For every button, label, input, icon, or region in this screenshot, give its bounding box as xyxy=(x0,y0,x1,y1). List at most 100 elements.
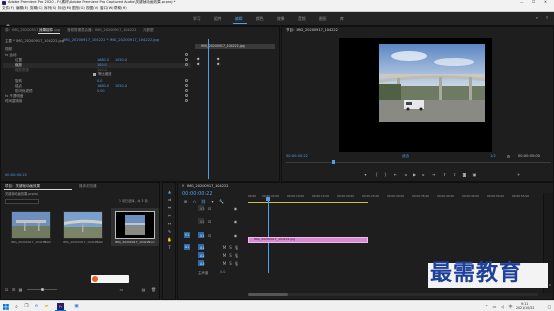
extract-icon[interactable]: ⇧ xyxy=(452,172,457,177)
workspace-tab-libraries[interactable]: 库 xyxy=(340,16,344,22)
lock-track-icon[interactable]: ⊡ xyxy=(207,233,212,238)
comparison-view-icon[interactable]: ▣ xyxy=(472,172,477,177)
step-forward-icon[interactable]: ▸ xyxy=(421,172,426,177)
maximize-button[interactable]: ☐ xyxy=(532,0,535,5)
add-marker-icon[interactable]: ▾ xyxy=(363,172,368,177)
reset-icon[interactable] xyxy=(185,89,188,92)
project-search-input[interactable] xyxy=(5,199,39,204)
lock-icon[interactable]: ⊡ xyxy=(4,287,9,292)
tab-metadata[interactable]: 元数据 xyxy=(143,28,154,33)
workspace-tab-learn[interactable]: 学习 xyxy=(193,16,201,22)
export-frame-icon[interactable]: ◙ xyxy=(462,172,467,177)
time-remap-label[interactable]: 时间重映射 xyxy=(5,99,23,104)
project-item-thumbnail[interactable] xyxy=(11,211,51,239)
workspace-tab-graphics[interactable]: 图形 xyxy=(319,16,327,22)
go-to-in-icon[interactable]: ⇤ xyxy=(393,172,398,177)
menu-marker[interactable]: 标记(M) xyxy=(58,6,71,11)
keyframe-diamond-icon[interactable] xyxy=(216,62,220,66)
volume-icon[interactable]: ◁ xyxy=(499,303,506,310)
timeline-tab[interactable]: IMG_20200917_104222 xyxy=(187,184,228,188)
new-bin-icon[interactable]: ▭ xyxy=(119,287,124,292)
workspace-tab-color[interactable]: 颜色 xyxy=(256,16,264,22)
menu-view[interactable]: 视图(V) xyxy=(86,6,98,11)
mic-icon[interactable]: 🎙 xyxy=(234,261,239,266)
tab-audio-clip-mixer[interactable]: 音频剪辑混合器：IMG_20200917_104222 xyxy=(67,28,136,33)
tray-up-arrow-icon[interactable]: ⌃ xyxy=(483,303,490,310)
tab-media-browser[interactable]: 媒体浏览器 xyxy=(79,184,97,189)
solo-s-icon[interactable]: S xyxy=(228,253,233,258)
new-item-icon[interactable]: ▤ xyxy=(141,287,146,292)
search-icon[interactable]: ⌕ xyxy=(13,303,20,310)
timeline-scrollbar[interactable] xyxy=(248,293,538,296)
project-item-thumbnail[interactable] xyxy=(115,211,155,239)
menu-window[interactable]: 窗口(W) xyxy=(100,6,114,11)
fit-dropdown[interactable]: 适合 xyxy=(402,154,409,159)
mute-m-icon[interactable]: M xyxy=(222,261,227,266)
position-y-value[interactable]: 1050.0 xyxy=(115,58,127,62)
lock-track-icon[interactable]: ⊡ xyxy=(207,206,212,211)
nest-icon[interactable]: ⊞ xyxy=(183,199,188,204)
razor-tool-icon[interactable]: ✂ xyxy=(166,213,173,219)
type-tool-icon[interactable]: T xyxy=(166,245,173,251)
notification-icon[interactable]: ▢ xyxy=(546,303,553,310)
source-patch-a1[interactable]: A1 xyxy=(184,244,190,250)
monitor-playhead[interactable] xyxy=(332,160,335,164)
anchor-x-value[interactable]: 1680.0 xyxy=(97,84,109,88)
workspace-tab-editing[interactable]: 编辑 xyxy=(235,16,243,22)
program-monitor-title[interactable]: 节目：IMG_20200917_104222 xyxy=(286,28,338,33)
mic-icon[interactable]: 🎙 xyxy=(234,253,239,258)
reset-icon[interactable] xyxy=(185,84,188,87)
search-icon[interactable]: ⌕ xyxy=(534,15,540,21)
list-view-icon[interactable]: ☰ xyxy=(11,287,16,292)
menu-file[interactable]: 文件(F) xyxy=(2,6,14,11)
solo-s-icon[interactable]: S xyxy=(548,283,552,287)
wrench-icon[interactable]: ⚙ xyxy=(506,154,511,159)
eye-icon[interactable]: ◉ xyxy=(233,233,238,238)
program-timecode[interactable]: 00:00:00:22 xyxy=(286,154,308,159)
zoom-slider-handle[interactable] xyxy=(41,287,44,291)
share-icon[interactable]: ⇪ xyxy=(544,15,550,21)
add-marker-icon[interactable]: ▾ xyxy=(210,199,215,204)
uniform-scale-checkbox[interactable] xyxy=(93,73,96,76)
trash-icon[interactable]: 🗑 xyxy=(151,287,156,292)
photos-icon[interactable]: ▣ xyxy=(73,303,80,310)
task-view-icon[interactable]: ❐ xyxy=(23,303,30,310)
mark-out-icon[interactable]: } xyxy=(383,172,388,177)
minimize-button[interactable]: — xyxy=(520,0,524,5)
reset-icon[interactable] xyxy=(185,99,188,102)
file-explorer-icon[interactable]: ▰ xyxy=(43,303,50,310)
menu-clip[interactable]: 剪辑(C) xyxy=(30,6,43,11)
project-item-thumbnail[interactable] xyxy=(63,211,103,239)
ime-icon[interactable]: 中 xyxy=(507,303,514,310)
slip-tool-icon[interactable]: ↔ xyxy=(166,221,173,227)
keyframe-diamond-icon[interactable] xyxy=(196,57,200,61)
resolution-dropdown[interactable]: 1/2 xyxy=(490,154,496,159)
timeline-settings-icon[interactable]: 🔧 xyxy=(219,199,224,204)
eye-icon[interactable]: ◉ xyxy=(233,206,238,211)
monitor-scrub-bar[interactable] xyxy=(286,162,551,163)
reset-icon[interactable] xyxy=(185,79,188,82)
close-button[interactable]: ✕ xyxy=(544,0,547,5)
close-tab-icon[interactable]: × xyxy=(181,184,185,188)
edge-icon[interactable]: e xyxy=(33,303,40,310)
source-patch-v1[interactable]: V1 xyxy=(184,232,190,238)
master-track-value[interactable]: 0.0 xyxy=(220,270,225,274)
workspace-tab-assembly[interactable]: 组件 xyxy=(214,16,222,22)
clock-date[interactable]: 2021/10/22 xyxy=(516,306,534,310)
scale-value[interactable]: 100.0 xyxy=(97,63,107,67)
menu-sequence[interactable]: 序列(S) xyxy=(44,6,56,11)
timeline-scrollbar-thumb[interactable] xyxy=(248,293,288,296)
step-back-icon[interactable]: ◂ xyxy=(403,172,408,177)
home-icon[interactable] xyxy=(5,15,11,30)
mic-icon[interactable]: 🎙 xyxy=(234,245,239,250)
network-icon[interactable]: ▭ xyxy=(491,303,498,310)
sequence-clip-label[interactable]: IMG_20200917_104222 * IMG_20200917_10422… xyxy=(63,38,159,43)
mute-m-icon[interactable]: M xyxy=(222,245,227,250)
solo-s-icon[interactable]: S xyxy=(228,245,233,250)
linked-selection-icon[interactable]: ⛓ xyxy=(201,199,206,204)
timeline-timecode[interactable]: 00:00:00:22 xyxy=(182,192,213,197)
workspace-tab-audio[interactable]: 音频 xyxy=(298,16,306,22)
keyframe-diamond-icon[interactable] xyxy=(216,57,220,61)
ec-timecode[interactable]: 00:00:00:22 xyxy=(5,173,27,178)
reset-icon[interactable] xyxy=(185,58,188,61)
